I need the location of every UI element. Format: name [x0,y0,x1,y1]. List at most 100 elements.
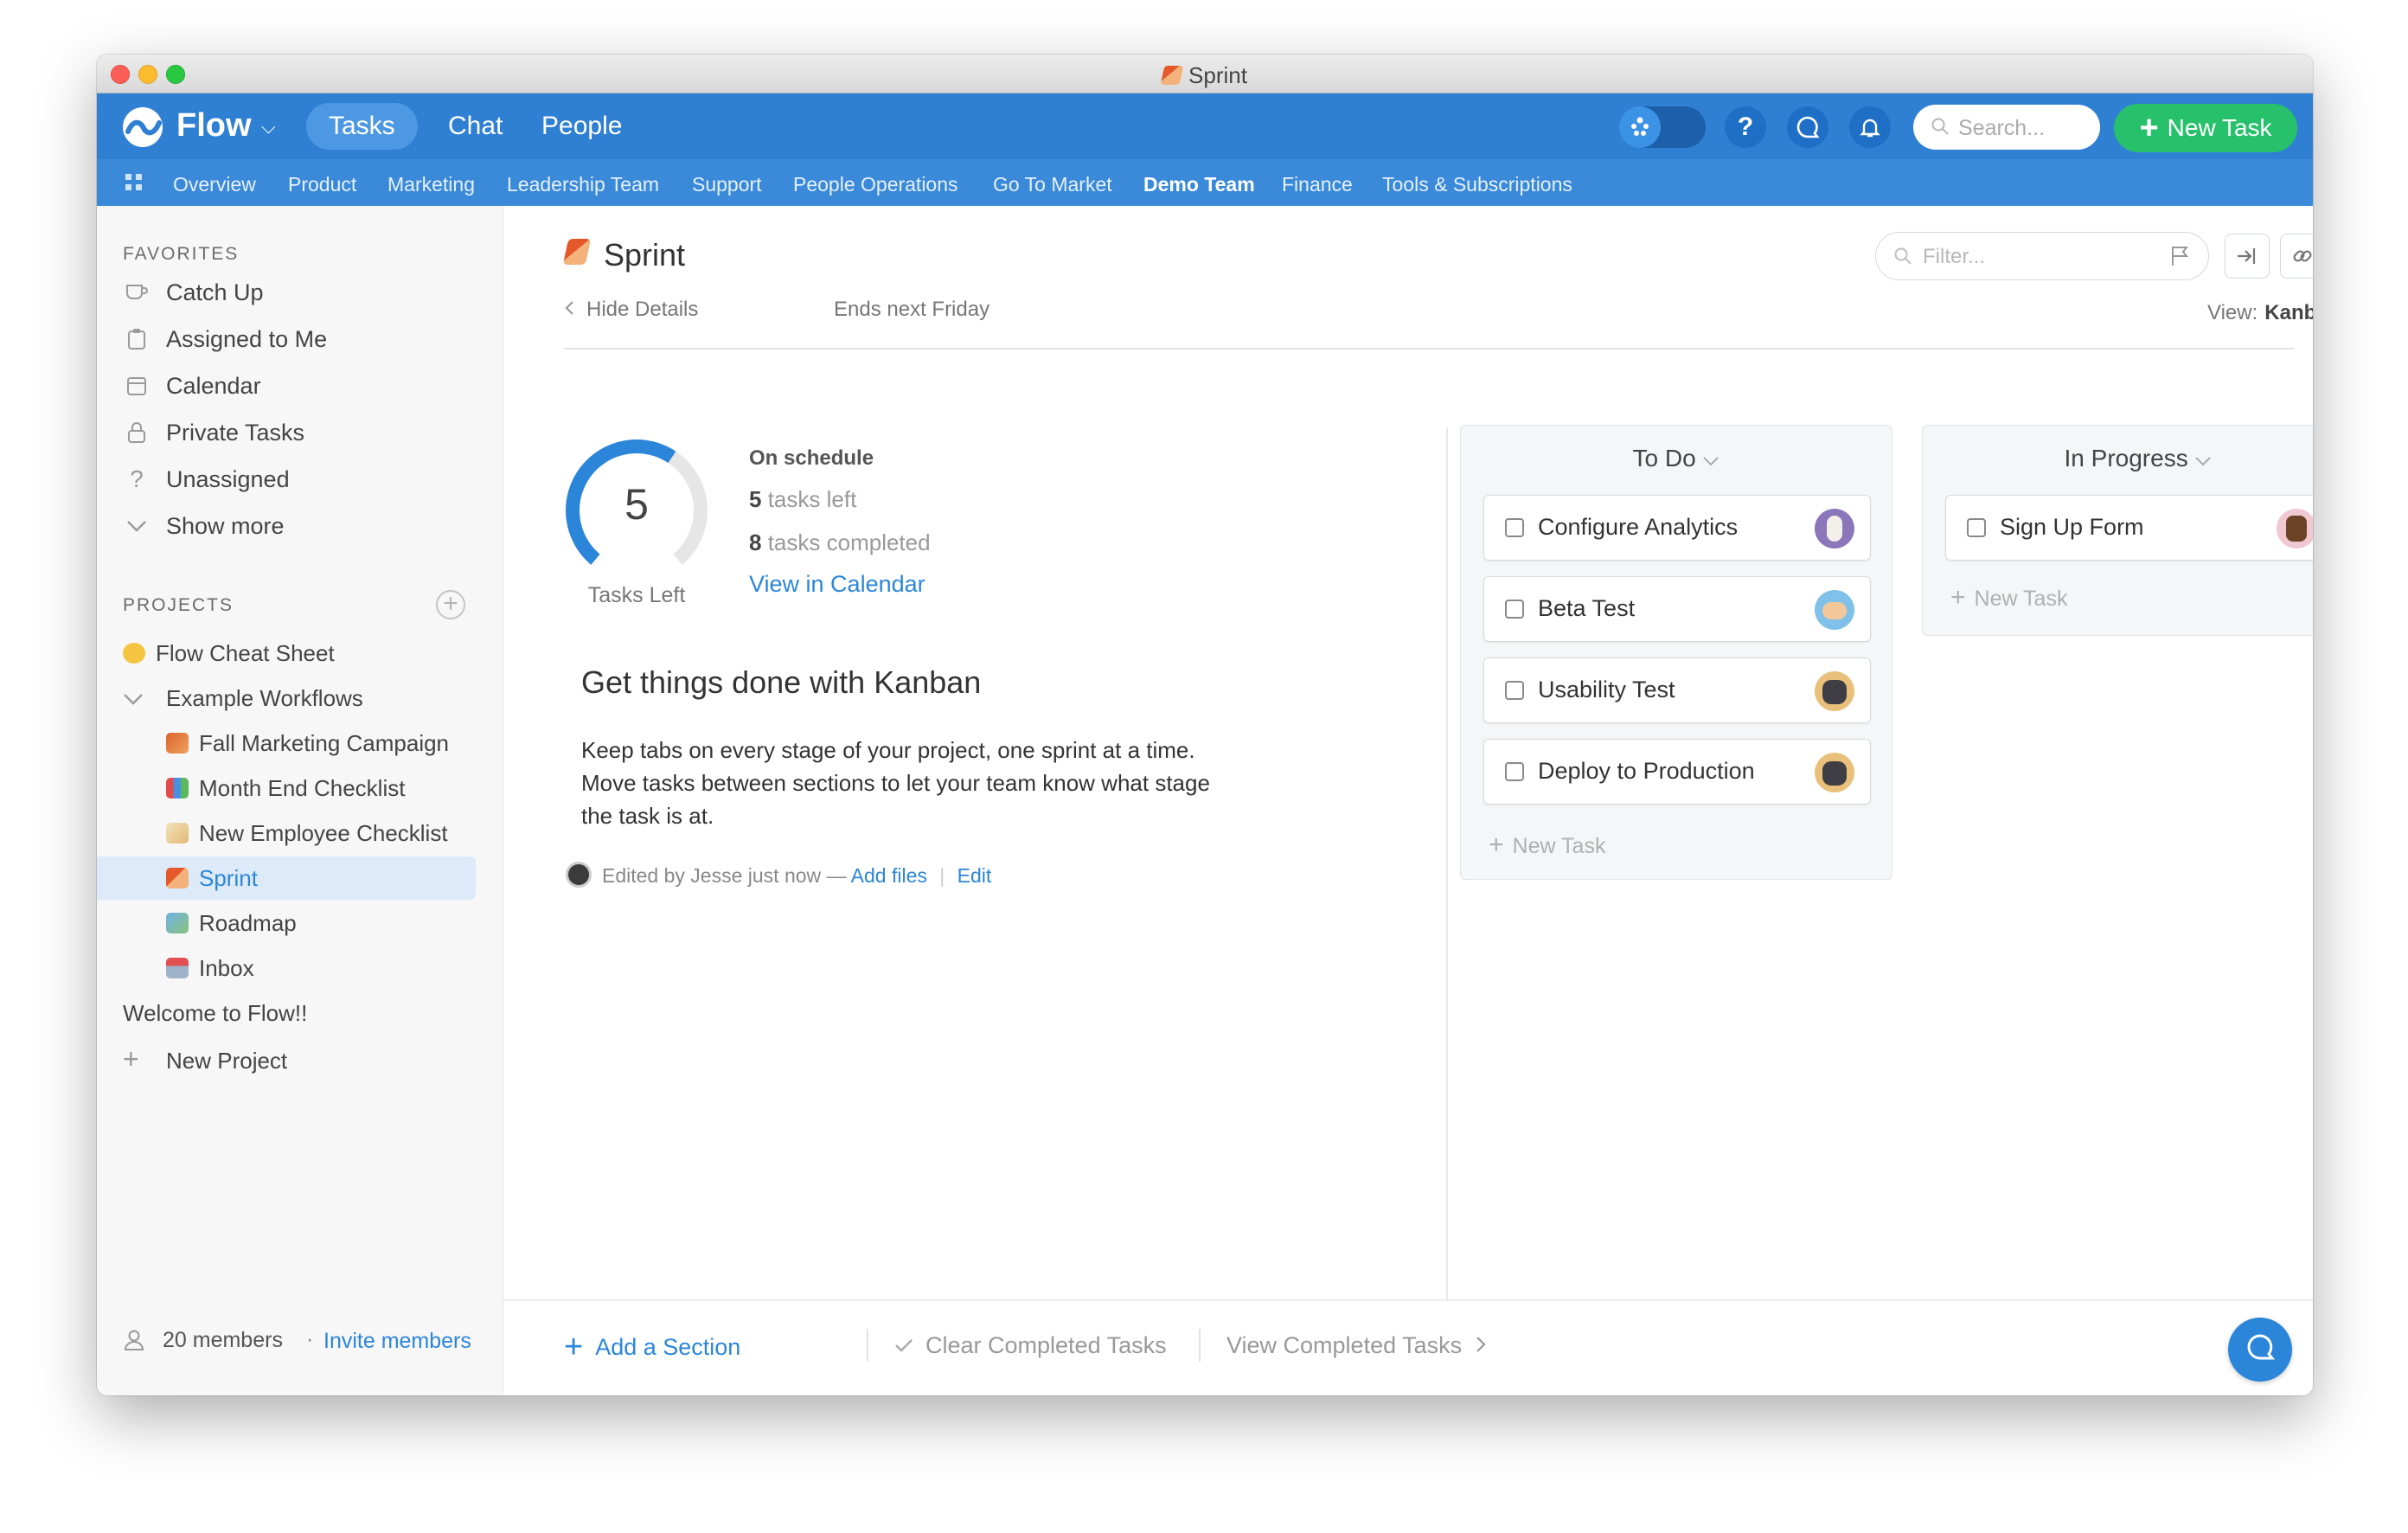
tasks-left-summary: 5 tasks left [749,486,856,513]
task-card[interactable]: Deploy to Production [1483,739,1871,805]
window-title-text: Sprint [1188,62,1247,88]
view-in-calendar-link[interactable]: View in Calendar [749,571,925,598]
edited-info: Edited by Jesse just now — Add files | E… [602,864,991,888]
add-project-icon[interactable]: + [436,590,465,619]
exit-icon[interactable] [2225,234,2270,279]
main-content: Sprint Hide Details Ends next Friday Fil… [503,206,2313,1395]
view-switcher[interactable]: View: Kanban [2207,301,2313,325]
new-project-button[interactable]: + New Project [123,1045,287,1074]
column-header[interactable]: In Progress [1923,445,2313,472]
clear-completed-button[interactable]: Clear Completed Tasks [894,1332,1167,1359]
description-line: the task is at. [581,803,714,829]
project-tab-overview[interactable]: Overview [173,173,256,196]
avatar [1815,590,1854,630]
project-flow-cheat-sheet[interactable]: Flow Cheat Sheet [123,640,335,667]
tab-tasks[interactable]: Tasks [306,103,418,150]
project-tab-demo-team[interactable]: Demo Team [1143,173,1255,196]
task-card[interactable]: Configure Analytics [1483,495,1871,561]
project-tab-leadership-team[interactable]: Leadership Team [507,173,659,196]
sidebar-item-calendar[interactable]: Calendar [123,372,261,400]
project-tab-marketing[interactable]: Marketing [387,173,475,196]
new-task-button[interactable]: + New Task [1489,831,1605,860]
task-checkbox[interactable] [1505,518,1524,537]
bell-icon[interactable] [1849,106,1891,148]
due-date-label[interactable]: Ends next Friday [834,298,989,322]
project-tab-product[interactable]: Product [288,173,356,196]
separator: | [939,864,945,887]
column-title: In Progress [2064,445,2188,471]
project-tabs-bar: Overview Product Marketing Leadership Te… [97,159,2313,206]
project-label: Sprint [199,865,258,891]
avatar [2277,509,2313,548]
search-icon [1893,247,1912,270]
check-icon [894,1332,913,1359]
project-tab-finance[interactable]: Finance [1282,173,1353,196]
schedule-status: On schedule [749,446,874,470]
edit-link[interactable]: Edit [957,864,992,887]
task-card[interactable]: Beta Test [1483,576,1871,642]
project-sprint[interactable]: Sprint [166,865,258,892]
view-label: View: [2207,301,2258,324]
project-label: New Employee Checklist [199,820,448,846]
project-roadmap[interactable]: Roadmap [166,910,297,937]
add-files-link[interactable]: Add files [851,864,927,887]
grid-icon[interactable] [125,173,144,192]
task-checkbox[interactable] [1967,518,1986,537]
tasks-left-label: Tasks Left [587,583,686,607]
focus-mode-toggle[interactable] [1619,106,1706,148]
filter-input[interactable]: Filter... [1875,232,2209,280]
chat-launcher-button[interactable] [2228,1318,2292,1382]
add-section-label: Add a Section [595,1333,741,1360]
project-tab-support[interactable]: Support [692,173,762,196]
chevron-down-icon[interactable]: ⌵ [261,116,276,138]
project-tab-people-operations[interactable]: People Operations [793,173,958,196]
tab-people[interactable]: People [519,103,644,150]
sidebar-item-unassigned[interactable]: ? Unassigned [123,465,289,493]
sidebar-item-private-tasks[interactable]: Private Tasks [123,419,304,446]
chat-bubble-icon[interactable] [1787,106,1828,148]
view-completed-button[interactable]: View Completed Tasks [1226,1332,1486,1359]
add-section-button[interactable]: + Add a Section [564,1331,740,1363]
window-title: Sprint [97,62,2313,89]
task-checkbox[interactable] [1505,681,1524,700]
description-line: Keep tabs on every stage of your project… [581,737,1195,763]
workspace-name[interactable]: Flow [176,107,252,144]
panel-divider [1446,427,1448,1301]
invite-members-link[interactable]: Invite members [323,1329,471,1354]
search-input[interactable]: Search... [1913,105,2100,150]
project-label: Month End Checklist [199,775,406,801]
project-welcome-to-flow[interactable]: Welcome to Flow!! [123,1000,307,1027]
plus-icon: + [1489,831,1504,859]
sidebar-item-catch-up[interactable]: Catch Up [123,279,264,306]
leaf-icon [166,733,189,754]
task-title: Usability Test [1538,677,1675,702]
tab-chat[interactable]: Chat [426,103,525,150]
flag-icon[interactable] [2170,245,2191,272]
column-header[interactable]: To Do [1461,445,1892,472]
project-tab-go-to-market[interactable]: Go To Market [993,173,1112,196]
help-icon[interactable]: ? [1725,106,1766,148]
task-checkbox[interactable] [1505,762,1524,781]
project-sprint-active[interactable] [97,856,476,900]
project-group-example-workflows[interactable]: Example Workflows [123,685,363,712]
chat-bubble-icon [2245,1332,2276,1368]
page-title: Sprint [604,237,686,273]
view-completed-label: View Completed Tasks [1226,1332,1463,1358]
hide-details-button[interactable]: Hide Details [564,298,698,322]
new-task-button[interactable]: + New Task [1950,583,2067,613]
new-task-button[interactable]: + New Task [2114,104,2297,152]
project-inbox[interactable]: Inbox [166,955,254,982]
project-month-end-checklist[interactable]: Month End Checklist [166,775,405,802]
map-icon [166,913,189,933]
task-card[interactable]: Sign Up Form [1945,495,2313,561]
project-tab-tools-subscriptions[interactable]: Tools & Subscriptions [1382,173,1572,196]
sidebar-item-show-more[interactable]: Show more [123,512,285,540]
project-label: Roadmap [199,910,297,936]
sidebar-item-assigned-to-me[interactable]: Assigned to Me [123,325,327,353]
task-checkbox[interactable] [1505,600,1524,619]
project-fall-marketing-campaign[interactable]: Fall Marketing Campaign [166,730,449,757]
project-new-employee-checklist[interactable]: New Employee Checklist [166,820,448,847]
cup-icon [123,279,150,306]
task-card[interactable]: Usability Test [1483,657,1871,723]
link-icon[interactable] [2280,234,2313,279]
